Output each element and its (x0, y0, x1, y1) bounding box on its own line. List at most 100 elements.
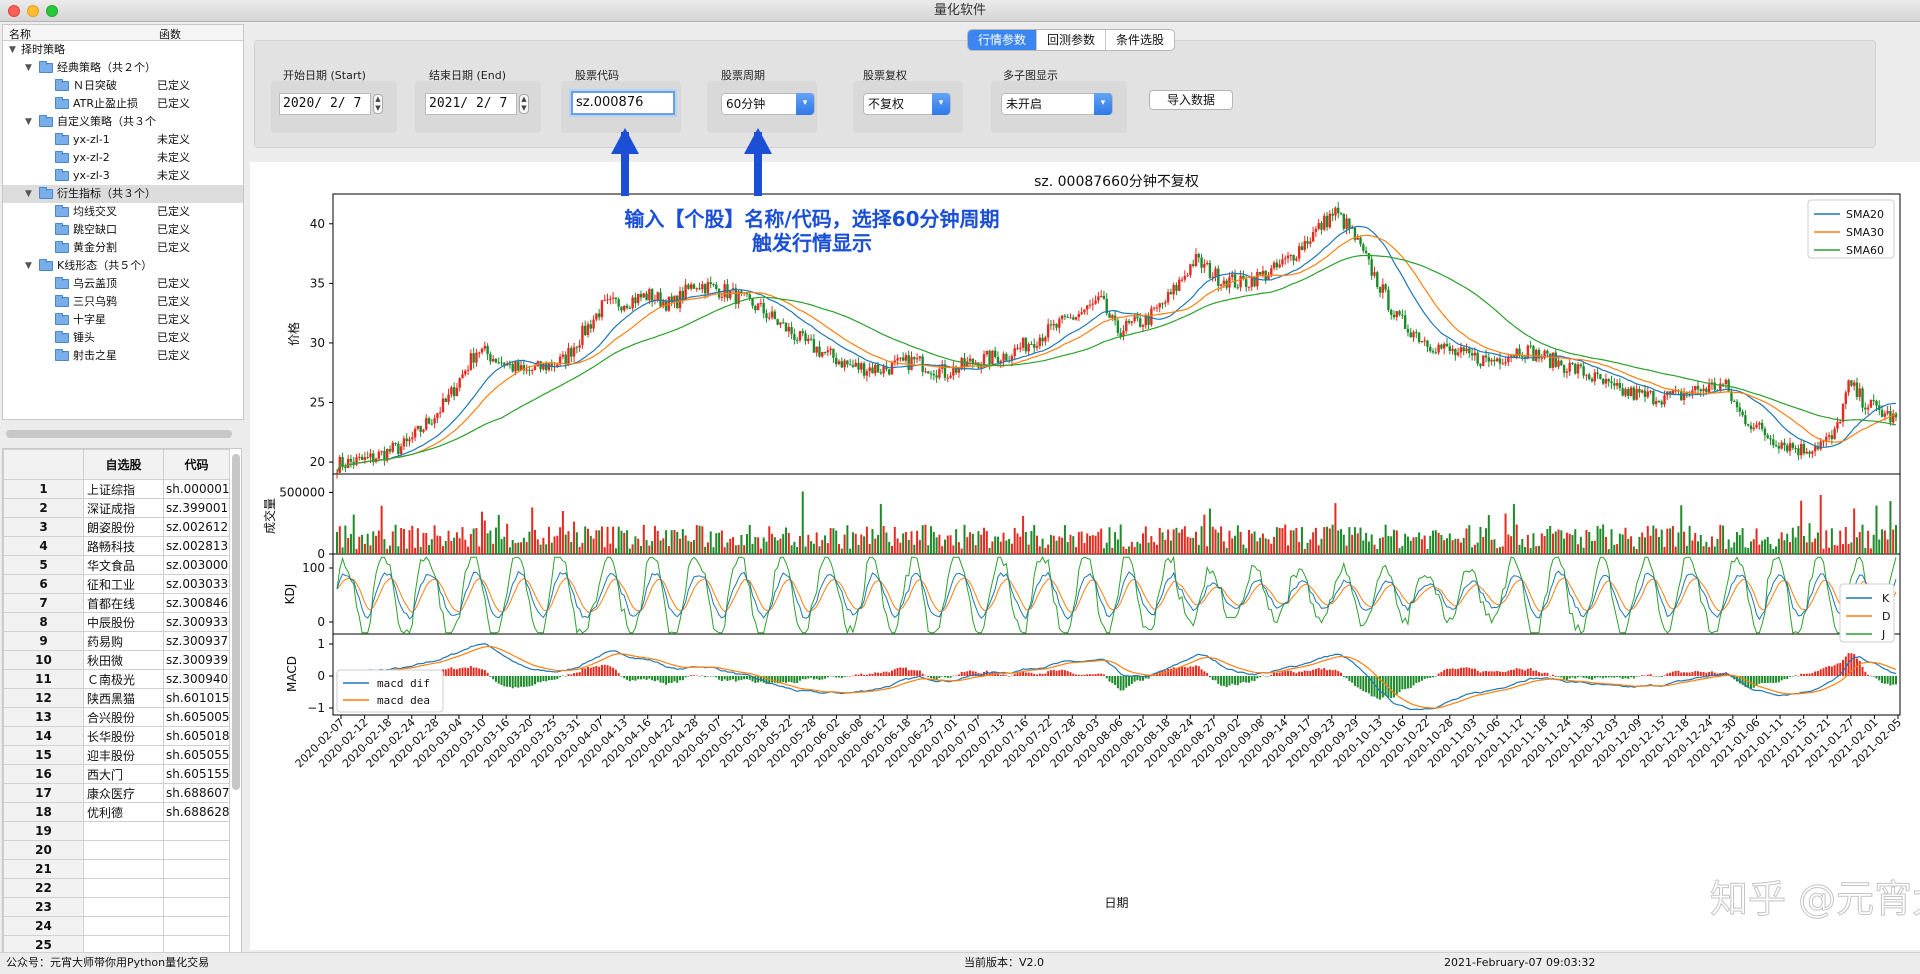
tree-item[interactable]: ▼ 衍生指标（共３个） (3, 185, 243, 203)
macd-bar (748, 676, 751, 680)
macd-bar (924, 675, 927, 677)
table-row[interactable]: 7 首都在线 sz.300846 (3, 593, 230, 613)
tree-item[interactable]: 黄金分割 已定义 (3, 239, 243, 257)
macd-bar (1217, 676, 1220, 684)
expand-triangle-icon[interactable]: ▼ (25, 185, 32, 203)
table-row[interactable]: 3 朗姿股份 sz.002612 (3, 517, 230, 537)
tree-item[interactable]: 均线交叉 已定义 (3, 203, 243, 221)
macd-bar (1306, 670, 1309, 676)
tree-item[interactable]: 射击之星 已定义 (3, 347, 243, 365)
stock-code: sh.688607 (163, 783, 230, 803)
table-row[interactable]: 5 华文食品 sz.003000 (3, 555, 230, 575)
table-row[interactable]: 24 (3, 916, 230, 936)
candle-body (1858, 388, 1861, 397)
watchlist-vertical-scrollbar[interactable] (232, 454, 240, 790)
volume-bar (1624, 527, 1627, 554)
candle-body (1203, 264, 1206, 268)
table-row[interactable]: 4 路畅科技 sz.002813 (3, 536, 230, 556)
tree-item[interactable]: 乌云盖顶 已定义 (3, 275, 243, 293)
table-row[interactable]: 8 中辰股份 sz.300933 (3, 612, 230, 632)
tree-item[interactable]: yx-zl-3 未定义 (3, 167, 243, 185)
table-row[interactable]: 2 深证成指 sz.399001 (3, 498, 230, 518)
tree-item[interactable]: yx-zl-1 未定义 (3, 131, 243, 149)
expand-triangle-icon[interactable]: ▼ (25, 59, 32, 77)
candle-body (441, 398, 445, 413)
candle-body (1370, 259, 1373, 276)
volume-bar (559, 527, 562, 554)
candle-body (1641, 390, 1644, 393)
multiplot-select[interactable]: 未开启 ▾ (1001, 93, 1113, 115)
end-date-input[interactable]: 2021/ 2/ 7 (425, 93, 517, 115)
candle-body (650, 289, 654, 302)
macd-bar (517, 676, 520, 688)
table-row[interactable]: 14 长华股份 sh.605018 (3, 726, 230, 746)
volume-bar (1351, 534, 1354, 554)
table-row[interactable]: 10 秋田微 sz.300939 (3, 650, 230, 670)
candle-body (1699, 389, 1702, 392)
volume-bar (846, 525, 849, 554)
tree-item[interactable]: Ｎ日突破 已定义 (3, 77, 243, 95)
tree-item[interactable]: yx-zl-2 未定义 (3, 149, 243, 167)
tree-item[interactable]: 十字星 已定义 (3, 311, 243, 329)
tree-item[interactable]: 三只乌鸦 已定义 (3, 293, 243, 311)
tab-stock-screening[interactable]: 条件选股 (1106, 30, 1174, 50)
volume-bar (1287, 545, 1290, 554)
tree-horizontal-scrollbar[interactable] (6, 430, 232, 438)
period-select[interactable]: 60分钟 ▾ (721, 93, 815, 115)
macd-bar (1510, 669, 1513, 676)
table-row[interactable]: 21 (3, 859, 230, 879)
tree-item[interactable]: 跳空缺口 已定义 (3, 221, 243, 239)
end-date-stepper[interactable]: ▲ ▼ (519, 94, 529, 114)
table-row[interactable]: 23 (3, 897, 230, 917)
tree-item[interactable]: 锤头 已定义 (3, 329, 243, 347)
table-row[interactable]: 22 (3, 878, 230, 898)
start-date-input[interactable]: 2020/ 2/ 7 (279, 93, 371, 115)
y-tick-label: 35 (310, 276, 325, 290)
folder-icon (39, 61, 53, 73)
row-index: 4 (3, 536, 84, 556)
macd-bar (506, 676, 509, 687)
candle-body (595, 313, 598, 320)
table-row[interactable]: 6 征和工业 sz.003033 (3, 574, 230, 594)
macd-bar (589, 667, 592, 676)
expand-triangle-icon[interactable]: ▼ (25, 257, 32, 275)
tree-item[interactable]: ATR止盈止损 已定义 (3, 95, 243, 113)
volume-bar (1577, 544, 1580, 554)
table-row[interactable]: 19 (3, 821, 230, 841)
expand-triangle-icon[interactable]: ▼ (9, 41, 16, 59)
stock-code-input[interactable]: sz.000876 (571, 91, 675, 115)
macd-bar (854, 674, 857, 676)
macd-bar (943, 676, 946, 678)
table-row[interactable]: 9 药易购 sz.300937 (3, 631, 230, 651)
import-data-button[interactable]: 导入数据 (1149, 90, 1233, 110)
candle-body (1139, 318, 1142, 327)
table-row[interactable]: 15 迎丰股份 sh.605055 (3, 745, 230, 765)
table-row[interactable]: 13 合兴股份 sh.605005 (3, 707, 230, 727)
macd-bar (1786, 676, 1789, 679)
volume-bar (1008, 538, 1011, 554)
macd-bar (1763, 676, 1766, 684)
volume-bar (416, 528, 419, 554)
candle-body (1719, 383, 1722, 391)
tab-backtest-params[interactable]: 回测参数 (1037, 30, 1107, 50)
table-row[interactable]: 17 康众医疗 sh.688607 (3, 783, 230, 803)
table-row[interactable]: 18 优利德 sh.688628 (3, 802, 230, 822)
adjust-select[interactable]: 不复权 ▾ (863, 93, 951, 115)
close-window-button[interactable] (8, 5, 20, 17)
table-row[interactable]: 11 Ｃ南极光 sz.300940 (3, 669, 230, 689)
tree-item[interactable]: ▼ K线形态（共５个） (3, 257, 243, 275)
table-row[interactable]: 16 西大门 sh.605155 (3, 764, 230, 784)
zoom-window-button[interactable] (46, 5, 58, 17)
table-row[interactable]: 1 上证综指 sh.000001 (3, 479, 230, 499)
tree-item[interactable]: ▼ 经典策略（共２个） (3, 59, 243, 77)
start-date-stepper[interactable]: ▲ ▼ (373, 94, 383, 114)
macd-bar (1666, 673, 1669, 676)
expand-triangle-icon[interactable]: ▼ (25, 113, 32, 131)
tree-item[interactable]: ▼ 择时策略 (3, 41, 243, 59)
minimize-window-button[interactable] (27, 5, 39, 17)
table-row[interactable]: 20 (3, 840, 230, 860)
tab-market-params[interactable]: 行情参数 (968, 30, 1038, 50)
volume-bar (1105, 542, 1108, 554)
table-row[interactable]: 12 陕西黑猫 sh.601015 (3, 688, 230, 708)
tree-item[interactable]: ▼ 自定义策略（共３个 (3, 113, 243, 131)
